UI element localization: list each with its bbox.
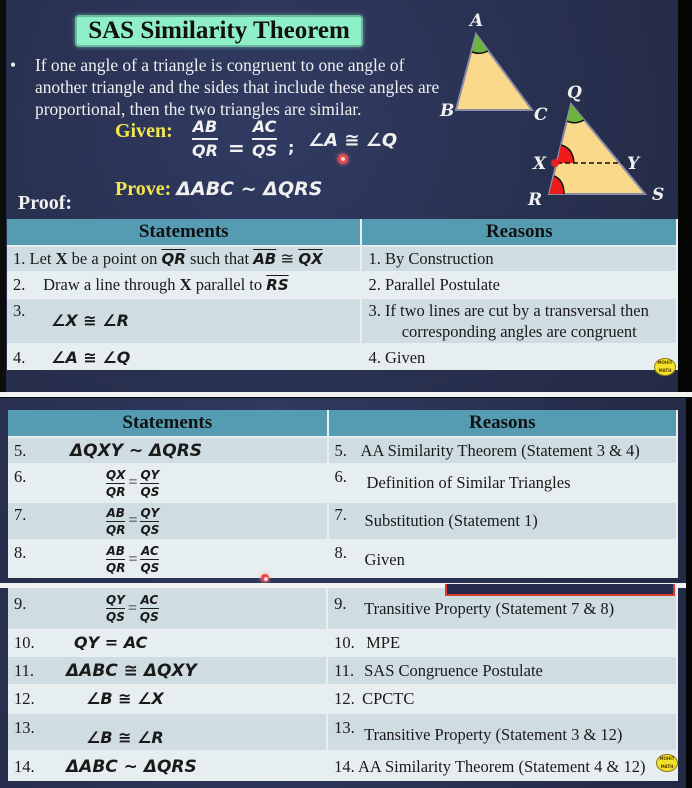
statement-cell: 3. ∠X ≅ ∠R — [7, 297, 363, 344]
table-row: 7. AB QR = QY QS 7. Substitution (Statement 1… — [8, 501, 679, 540]
proof-table-2: Statements Reasons 5. ΔQXY ~ ΔQRS 5. AA Si… — [8, 410, 679, 578]
highlight-box — [445, 584, 675, 596]
proof-label: Proof: — [18, 192, 73, 214]
table-row: 5. ΔQXY ~ ΔQRS 5. AA Similarity Theorem (S… — [8, 436, 679, 464]
reason-cell: 4. Given — [361, 343, 678, 370]
given-label: Given: — [115, 120, 173, 142]
statement-cell: 4. ∠A ≅ ∠Q — [7, 343, 363, 370]
table-row: 8. AB QR = AC QS 8. Given — [8, 539, 679, 578]
header-reasons: Reasons — [327, 410, 679, 437]
proof-table-1: Statements Reasons 1. Let X be a point o… — [7, 219, 678, 370]
header-statements: Statements — [8, 410, 329, 437]
slide-3: 9. QY QS = AC QS 9. Transitive Property (Stat… — [0, 588, 686, 788]
header-reasons: Reasons — [361, 219, 678, 246]
statement-cell: 12. ∠B ≅ ∠X — [8, 684, 329, 713]
table-row: 13. ∠B ≅ ∠R 13. Transitive Property (State… — [8, 712, 678, 751]
table-row: 4. ∠A ≅ ∠Q 4. Given — [7, 343, 678, 370]
channel-logo: MOHIT MATH — [656, 754, 678, 772]
left-border — [0, 0, 6, 392]
statement-cell: 2. Draw a line through X parallel to RS — [7, 271, 363, 298]
table-row: 2. Draw a line through X parallel to RS … — [7, 271, 678, 298]
reason-cell: 11. SAS Congruence Postulate — [327, 655, 678, 685]
label-x: X — [532, 154, 547, 174]
statement-cell: 1. Let X be a point on QR such that AB ≅… — [7, 245, 363, 272]
label-s: S — [652, 185, 664, 205]
table-row: 6. QX QR = QY QS 6. Definition of Similar Tri… — [8, 463, 679, 502]
statement-cell: 9. QY QS = AC QS — [8, 588, 329, 630]
reason-cell: 6. Definition of Similar Triangles — [327, 463, 679, 502]
table-row: 14. ΔABC ~ ΔQRS 14. AA Similarity Theorem… — [8, 750, 678, 781]
pointer-cursor — [338, 154, 348, 164]
reason-cell: 13. Transitive Property (Statement 3 & 12… — [327, 712, 678, 751]
proof-table-3: 9. QY QS = AC QS 9. Transitive Property (Stat… — [8, 588, 678, 781]
triangle-diagram: A B C Q R S X Y — [439, 11, 664, 210]
given-equals: = — [228, 136, 245, 160]
label-b: B — [439, 101, 454, 121]
slide-1: SAS Similarity Theorem • If one angle of… — [0, 0, 678, 392]
slide-2: Statements Reasons 5. ΔQXY ~ ΔQRS 5. AA Si… — [0, 398, 686, 584]
reason-cell: 10. MPE — [327, 629, 678, 656]
statement-cell: 8. AB QR = AC QS — [8, 539, 329, 578]
label-q: Q — [567, 83, 582, 103]
label-a: A — [468, 11, 483, 31]
reason-cell: 8. Given — [327, 539, 679, 578]
reason-cell: 3. If two lines are cut by a transversal… — [361, 297, 678, 344]
pointer-cursor — [261, 574, 269, 582]
statement-cell: 5. ΔQXY ~ ΔQRS — [8, 436, 329, 464]
reason-cell: 12. CPCTC — [327, 684, 678, 713]
label-r: R — [527, 190, 542, 210]
reason-cell: 14. AA Similarity Theorem (Statement 4 &… — [327, 750, 678, 781]
theorem-text: If one angle of a triangle is congruent … — [35, 55, 440, 119]
given-angle-congruence: ∠A ≅ ∠Q — [308, 130, 398, 151]
statement-cell: 7. AB QR = QY QS — [8, 501, 329, 540]
triangle-abc — [454, 31, 534, 111]
reason-cell: 1. By Construction — [361, 245, 678, 272]
label-c: C — [534, 105, 548, 125]
table-row: 11. ΔABC ≅ ΔQXY 11. SAS Congruence Postula… — [8, 655, 678, 685]
statement-cell: 11. ΔABC ≅ ΔQXY — [8, 655, 329, 685]
right-border — [686, 398, 692, 788]
label-y: Y — [627, 154, 641, 174]
statement-cell: 6. QX QR = QY QS — [8, 463, 329, 502]
prove-label: Prove: ΔABC ~ ΔQRS — [115, 178, 323, 200]
statement-cell: 14. ΔABC ~ ΔQRS — [8, 750, 329, 781]
table-row: 10. QY = AC 10. MPE — [8, 629, 678, 656]
statement-cell: 10. QY = AC — [8, 629, 329, 656]
given-fraction-1: AB QR — [192, 117, 218, 160]
reason-cell: 5. AA Similarity Theorem (Statement 3 & 4… — [327, 436, 679, 464]
bullet-icon: • — [10, 55, 17, 75]
given-fraction-2: AC QS — [252, 117, 278, 160]
table-row: 12. ∠B ≅ ∠X 12. CPCTC — [8, 684, 678, 713]
table-row: 3. ∠X ≅ ∠R 3. If two lines are cut by a … — [7, 297, 678, 344]
given-separator: ; — [288, 138, 295, 157]
reason-cell: 2. Parallel Postulate — [361, 271, 678, 298]
point-x — [551, 159, 559, 167]
slide-title: SAS Similarity Theorem — [75, 15, 363, 47]
statement-cell: 13. ∠B ≅ ∠R — [8, 712, 329, 751]
header-statements: Statements — [7, 219, 363, 246]
prove-statement: ΔABC ~ ΔQRS — [176, 178, 323, 200]
table-row: 1. Let X be a point on QR such that AB ≅… — [7, 245, 678, 272]
slide-divider — [0, 392, 692, 397]
right-border — [678, 0, 692, 392]
channel-logo: MOHIT MATH — [654, 358, 676, 376]
reason-cell: 7. Substitution (Statement 1) — [327, 501, 679, 540]
